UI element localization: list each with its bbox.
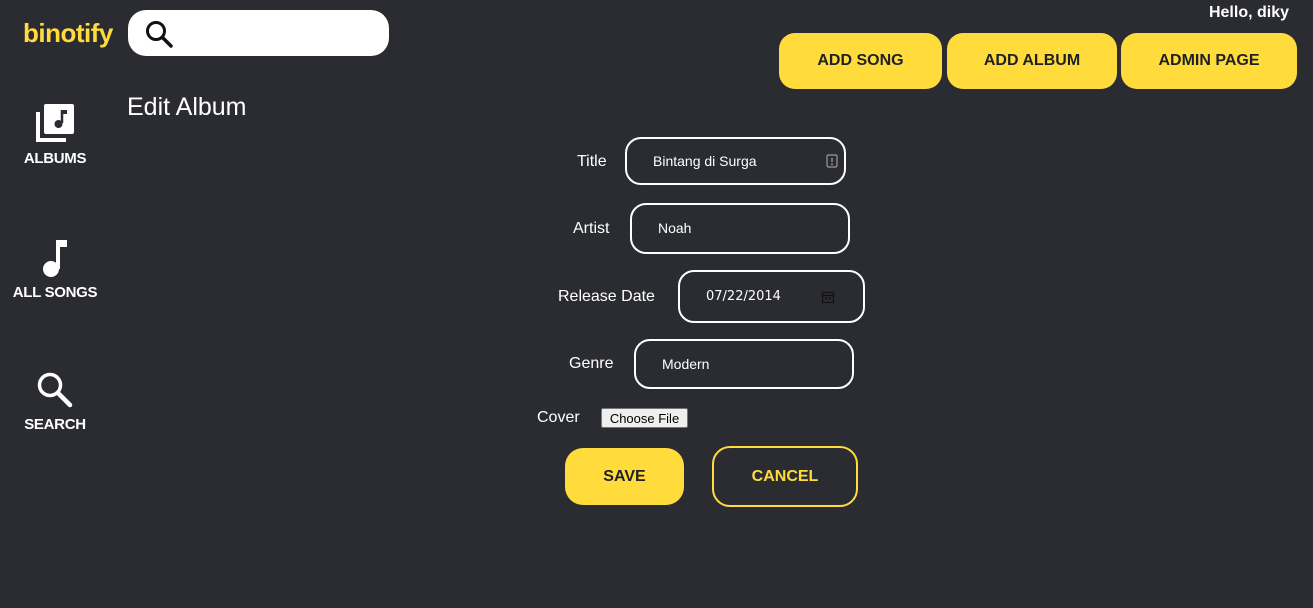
autofill-icon (826, 154, 838, 168)
music-note-icon (43, 240, 67, 277)
user-greeting: Hello, diky (1208, 4, 1289, 21)
release-date-value: 07/22/2014 (706, 289, 781, 304)
title-value: Bintang di Surga (653, 153, 757, 169)
album-library-icon (36, 104, 74, 142)
add-song-button[interactable]: ADD SONG (779, 33, 942, 89)
artist-field[interactable]: Noah (630, 203, 850, 254)
sidebar-item-albums[interactable]: ALBUMS (0, 102, 110, 167)
choose-file-button[interactable]: Choose File (601, 408, 688, 428)
page: binotify Hello, diky ADD SONG ADD ALBUM … (0, 0, 1313, 608)
sidebar-item-all-songs[interactable]: ALL SONGS (0, 238, 110, 301)
genre-value: Modern (662, 356, 710, 372)
genre-field[interactable]: Modern (634, 339, 854, 389)
artist-value: Noah (658, 220, 692, 236)
release-date-field[interactable]: 07/22/2014 (678, 270, 865, 323)
title-field[interactable]: Bintang di Surga (625, 137, 846, 185)
sidebar-item-label: ALL SONGS (12, 284, 98, 301)
save-button[interactable]: SAVE (565, 448, 684, 505)
title-label: Title (577, 153, 607, 170)
app-logo[interactable]: binotify (23, 18, 113, 49)
admin-page-button[interactable]: ADMIN PAGE (1121, 33, 1297, 89)
release-date-label: Release Date (558, 288, 655, 305)
search-icon (37, 372, 73, 408)
search-bar[interactable] (128, 10, 389, 56)
search-input[interactable] (184, 18, 378, 50)
add-album-button[interactable]: ADD ALBUM (947, 33, 1117, 89)
cancel-button[interactable]: CANCEL (712, 446, 858, 507)
genre-label: Genre (569, 355, 614, 372)
sidebar-item-label: ALBUMS (23, 150, 87, 167)
sidebar-item-label: SEARCH (24, 416, 86, 433)
artist-label: Artist (573, 220, 610, 237)
cover-label: Cover (537, 409, 580, 426)
page-title: Edit Album (127, 93, 247, 121)
search-icon (146, 21, 173, 48)
calendar-icon[interactable] (821, 290, 835, 304)
sidebar-item-search[interactable]: SEARCH (0, 370, 110, 433)
